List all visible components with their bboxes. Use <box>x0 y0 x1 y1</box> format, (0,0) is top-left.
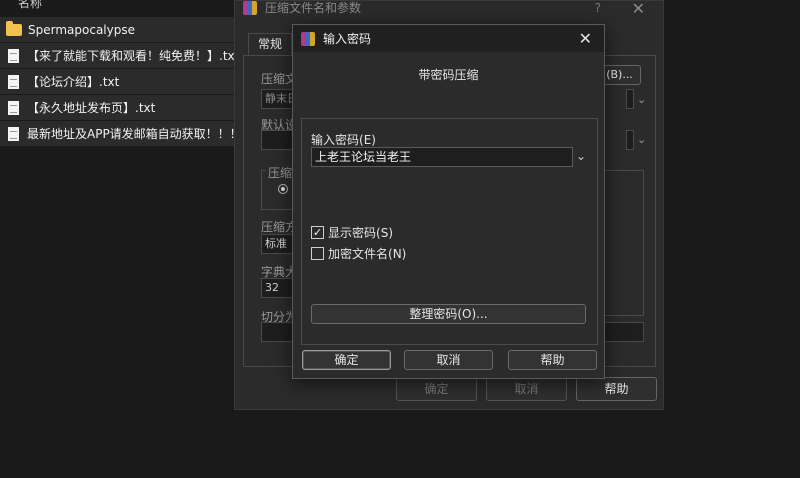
checkbox-empty-icon[interactable] <box>311 247 324 260</box>
help-icon[interactable]: ? <box>595 1 601 15</box>
dialog-title: 输入密码 <box>323 32 372 46</box>
checkmark-icon[interactable]: ✓ <box>311 226 324 239</box>
help-button[interactable]: 帮助 <box>576 377 657 401</box>
profile-select-tail <box>626 130 634 150</box>
winrar-icon <box>243 1 257 15</box>
help-button[interactable]: 帮助 <box>508 350 597 370</box>
ok-button[interactable]: 确定 <box>396 377 477 401</box>
file-name: 最新地址及APP请发邮箱自动获取！！！ ... <box>27 127 236 141</box>
show-password-checkbox[interactable]: ✓ 显示密码(S) <box>311 224 393 241</box>
password-input[interactable]: 上老王论坛当老王 <box>311 147 573 167</box>
cancel-button[interactable]: 取消 <box>486 377 567 401</box>
chevron-down-icon[interactable]: ⌄ <box>637 93 646 106</box>
file-name: Spermapocalypse <box>28 22 135 37</box>
password-group: 输入密码(E) 上老王论坛当老王 ⌄ ✓ 显示密码(S) 加密文件名(N) 整理… <box>301 118 598 345</box>
archive-name-field-tail <box>626 89 634 109</box>
file-name: 【来了就能下载和观看！纯免费！】.txt <box>27 49 236 63</box>
close-icon[interactable]: ✕ <box>632 0 645 18</box>
dialog-titlebar: 输入密码 <box>293 25 604 52</box>
folder-icon <box>6 20 22 36</box>
show-password-label: 显示密码(S) <box>328 226 393 240</box>
chevron-down-icon[interactable]: ⌄ <box>576 149 586 163</box>
cancel-button[interactable]: 取消 <box>404 350 493 370</box>
dialog-title: 压缩文件名和参数 <box>265 1 362 15</box>
file-name: 【永久地址发布页】.txt <box>27 101 156 115</box>
archive-format-label: 压缩 <box>266 164 295 181</box>
column-header-name[interactable]: 名称 <box>0 0 236 14</box>
winrar-icon <box>301 31 315 46</box>
format-radio[interactable] <box>278 184 288 194</box>
list-item[interactable]: 最新地址及APP请发邮箱自动获取！！！ ... <box>0 121 236 146</box>
tab-general[interactable]: 常规 <box>248 33 292 55</box>
enter-password-dialog: 输入密码 ✕ 带密码压缩 输入密码(E) 上老王论坛当老王 ⌄ ✓ 显示密码(S… <box>292 24 605 379</box>
encrypt-filenames-checkbox[interactable]: 加密文件名(N) <box>311 245 406 262</box>
list-item[interactable]: 【论坛介绍】.txt <box>0 69 236 94</box>
text-file-icon <box>8 126 19 141</box>
organize-passwords-button[interactable]: 整理密码(O)... <box>311 304 586 324</box>
password-label: 输入密码(E) <box>311 133 376 147</box>
list-item[interactable]: 【来了就能下载和观看！纯免费！】.txt <box>0 43 236 68</box>
file-name: 【论坛介绍】.txt <box>27 75 120 89</box>
chevron-down-icon[interactable]: ⌄ <box>637 133 646 146</box>
encrypt-filenames-label: 加密文件名(N) <box>328 247 407 261</box>
ok-button[interactable]: 确定 <box>302 350 391 370</box>
file-list: Spermapocalypse 【来了就能下载和观看！纯免费！】.txt 【论坛… <box>0 17 236 147</box>
text-file-icon <box>8 48 19 63</box>
list-item[interactable]: Spermapocalypse <box>0 17 236 42</box>
close-icon[interactable]: ✕ <box>579 29 592 48</box>
list-item[interactable]: 【永久地址发布页】.txt <box>0 95 236 120</box>
text-file-icon <box>8 100 19 115</box>
text-file-icon <box>8 74 19 89</box>
dialog-subtitle: 带密码压缩 <box>418 68 479 82</box>
